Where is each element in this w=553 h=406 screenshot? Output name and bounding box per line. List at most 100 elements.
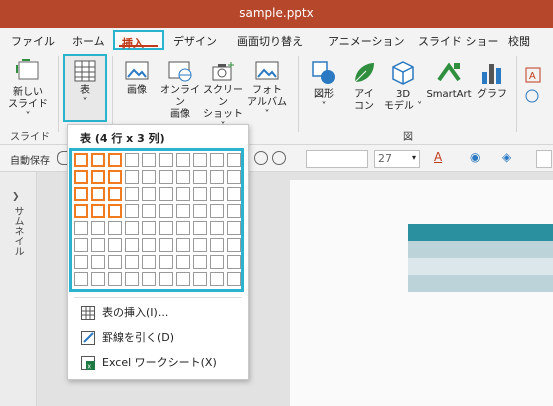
theme-icon[interactable]: ◉: [470, 150, 480, 164]
table-grid-cell[interactable]: [227, 238, 241, 252]
table-grid-cell[interactable]: [176, 170, 190, 184]
table-grid-cell[interactable]: [176, 272, 190, 286]
screenshot-button[interactable]: スクリーン ショット ˅: [200, 60, 246, 133]
table-grid-cell[interactable]: [210, 204, 224, 218]
table-grid-cell[interactable]: [142, 187, 156, 201]
table-grid-cell[interactable]: [142, 238, 156, 252]
table-grid-cell[interactable]: [142, 170, 156, 184]
table-grid-cell[interactable]: [91, 187, 105, 201]
table-grid-cell[interactable]: [74, 153, 88, 167]
table-grid-cell[interactable]: [210, 153, 224, 167]
table-grid-cell[interactable]: [108, 187, 122, 201]
more-box[interactable]: [536, 150, 552, 168]
table-grid-cell[interactable]: [176, 187, 190, 201]
tab-design[interactable]: デザイン: [173, 33, 217, 49]
table-grid-cell[interactable]: [108, 221, 122, 235]
table-grid-cell[interactable]: [159, 238, 173, 252]
table-grid-cell[interactable]: [227, 272, 241, 286]
table-grid-cell[interactable]: [210, 272, 224, 286]
table-grid-cell[interactable]: [74, 187, 88, 201]
table-grid-cell[interactable]: [91, 170, 105, 184]
table-grid-cell[interactable]: [227, 187, 241, 201]
table-grid-cell[interactable]: [227, 204, 241, 218]
table-grid-cell[interactable]: [227, 153, 241, 167]
table-grid-cell[interactable]: [91, 238, 105, 252]
table-grid-cell[interactable]: [142, 255, 156, 269]
table-grid-cell[interactable]: [74, 204, 88, 218]
table-grid-cell[interactable]: [91, 204, 105, 218]
table-grid-cell[interactable]: [193, 221, 207, 235]
table-grid-cell[interactable]: [159, 187, 173, 201]
table-grid-cell[interactable]: [159, 221, 173, 235]
table-grid-cell[interactable]: [176, 238, 190, 252]
table-grid-picker[interactable]: [69, 148, 244, 292]
3d-models-button[interactable]: 3D モデル ˅: [382, 60, 424, 113]
table-grid-cell[interactable]: [125, 153, 139, 167]
table-grid-cell[interactable]: [159, 153, 173, 167]
table-grid-cell[interactable]: [159, 272, 173, 286]
table-grid-cell[interactable]: [159, 204, 173, 218]
table-button[interactable]: 表 ˅: [63, 54, 107, 122]
table-grid-cell[interactable]: [91, 272, 105, 286]
table-grid-cell[interactable]: [74, 170, 88, 184]
table-grid-cell[interactable]: [108, 170, 122, 184]
table-grid-cell[interactable]: [125, 238, 139, 252]
table-grid-cell[interactable]: [210, 170, 224, 184]
table-grid-cell[interactable]: [74, 221, 88, 235]
table-grid-cell[interactable]: [159, 255, 173, 269]
graph-button[interactable]: グラフ: [474, 60, 510, 101]
smartart-button[interactable]: SmartArt: [424, 60, 474, 101]
tab-review[interactable]: 校閲: [508, 33, 530, 49]
icons-button[interactable]: アイ コン: [346, 60, 382, 113]
table-grid-cell[interactable]: [74, 238, 88, 252]
table-grid-cell[interactable]: [193, 272, 207, 286]
photo-album-button[interactable]: フォト アルバム ˅: [244, 60, 290, 121]
table-grid-cell[interactable]: [74, 272, 88, 286]
font-color-icon[interactable]: A: [434, 150, 442, 164]
image-button[interactable]: 画像: [118, 60, 156, 97]
fill-icon[interactable]: ◈: [502, 150, 511, 164]
excel-worksheet-item[interactable]: x Excel ワークシート(X): [78, 353, 238, 373]
table-grid-cell[interactable]: [193, 204, 207, 218]
table-grid-cell[interactable]: [176, 204, 190, 218]
table-grid-cell[interactable]: [210, 238, 224, 252]
table-grid-cell[interactable]: [108, 204, 122, 218]
tab-home[interactable]: ホーム: [72, 33, 105, 49]
table-grid-cell[interactable]: [125, 204, 139, 218]
table-grid-cell[interactable]: [193, 170, 207, 184]
table-grid-cell[interactable]: [108, 238, 122, 252]
table-grid-cell[interactable]: [142, 272, 156, 286]
table-grid-cell[interactable]: [108, 255, 122, 269]
table-grid-cell[interactable]: [108, 153, 122, 167]
table-grid-cell[interactable]: [193, 255, 207, 269]
table-grid-cell[interactable]: [125, 170, 139, 184]
table-grid-cell[interactable]: [142, 204, 156, 218]
table-grid-cell[interactable]: [125, 272, 139, 286]
new-slide-button[interactable]: 新しい スライド ˅: [4, 58, 52, 123]
table-grid-cell[interactable]: [142, 221, 156, 235]
table-grid-cell[interactable]: [142, 153, 156, 167]
table-grid-cell[interactable]: [210, 221, 224, 235]
table-grid-cell[interactable]: [227, 221, 241, 235]
table-grid-cell[interactable]: [193, 153, 207, 167]
expand-icon[interactable]: ❯: [12, 192, 20, 202]
table-grid-cell[interactable]: [193, 238, 207, 252]
table-grid-cell[interactable]: [125, 187, 139, 201]
draw-table-item[interactable]: 罫線を引く(D): [78, 328, 238, 348]
table-grid-cell[interactable]: [227, 255, 241, 269]
table-grid-cell[interactable]: [125, 255, 139, 269]
table-grid-cell[interactable]: [108, 272, 122, 286]
table-grid-cell[interactable]: [159, 170, 173, 184]
shapes-button[interactable]: 図形 ˅: [304, 60, 344, 113]
font-size-select[interactable]: 27 ▾: [374, 150, 420, 168]
tab-animations[interactable]: アニメーション: [328, 33, 405, 49]
table-grid-cell[interactable]: [210, 255, 224, 269]
tab-slideshow[interactable]: スライド ショー: [418, 33, 499, 49]
tab-insert[interactable]: 挿入: [113, 30, 164, 50]
table-grid-cell[interactable]: [91, 255, 105, 269]
table-grid-cell[interactable]: [227, 170, 241, 184]
table-grid-cell[interactable]: [91, 221, 105, 235]
slide[interactable]: [290, 180, 553, 406]
table-grid-cell[interactable]: [125, 221, 139, 235]
table-grid-cell[interactable]: [74, 255, 88, 269]
